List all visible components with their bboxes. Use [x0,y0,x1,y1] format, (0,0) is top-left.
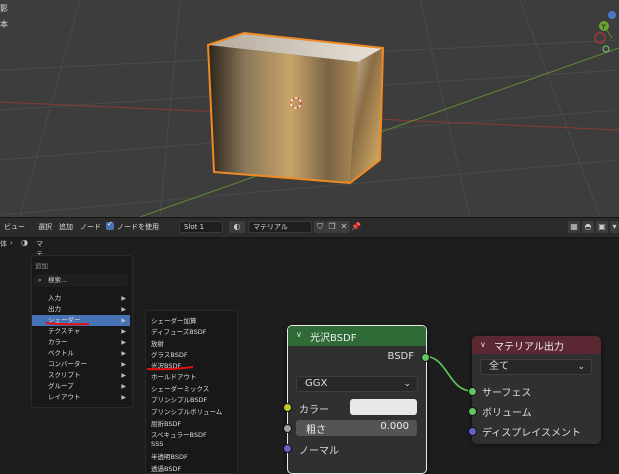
color-input-label: カラー [299,405,329,416]
collapse-icon[interactable]: ∨ [480,340,486,349]
target-value: 全て [489,361,509,372]
surface-input-label: サーフェス [482,388,532,399]
annotation-underline [146,366,194,371]
distribution-dropdown[interactable]: GGX ⌄ [296,376,418,392]
normal-input-label: ノーマル [299,446,339,457]
annotation-underline [45,322,90,326]
collapse-icon[interactable]: ∨ [296,330,302,339]
color-swatch[interactable] [350,399,417,415]
volume-input-socket[interactable] [468,407,477,416]
target-dropdown[interactable]: 全て ⌄ [480,359,592,375]
volume-input-label: ボリューム [482,408,532,419]
node-link [423,355,473,392]
distribution-value: GGX [305,378,328,389]
node-header[interactable]: ∨ マテリアル出力 [472,336,601,354]
material-output-node[interactable]: ∨ マテリアル出力 全て ⌄ サーフェス ボリューム ディスプレイスメント [468,336,601,444]
displacement-input-label: ディスプレイスメント [482,428,581,439]
roughness-slider[interactable]: 粗さ 0.000 [296,420,417,436]
node-title: マテリアル出力 [494,342,564,353]
bsdf-output-socket[interactable] [421,353,430,362]
chevron-down-icon: ⌄ [577,362,585,372]
chevron-down-icon: ⌄ [403,379,411,389]
roughness-input-socket[interactable] [283,424,292,433]
roughness-value: 0.000 [380,421,409,432]
displacement-input-socket[interactable] [468,427,477,436]
surface-input-socket[interactable] [468,387,477,396]
node-title: 光沢BSDF [310,333,357,344]
glossy-bsdf-node[interactable]: ∨ 光沢BSDF BSDF GGX ⌄ カラー 粗さ 0.000 ノーマル [283,325,430,474]
color-input-socket[interactable] [283,403,292,412]
output-bsdf-label: BSDF [387,351,414,362]
normal-input-socket[interactable] [283,444,292,453]
roughness-label: 粗さ [306,425,326,436]
node-header[interactable]: ∨ 光沢BSDF [288,326,426,346]
